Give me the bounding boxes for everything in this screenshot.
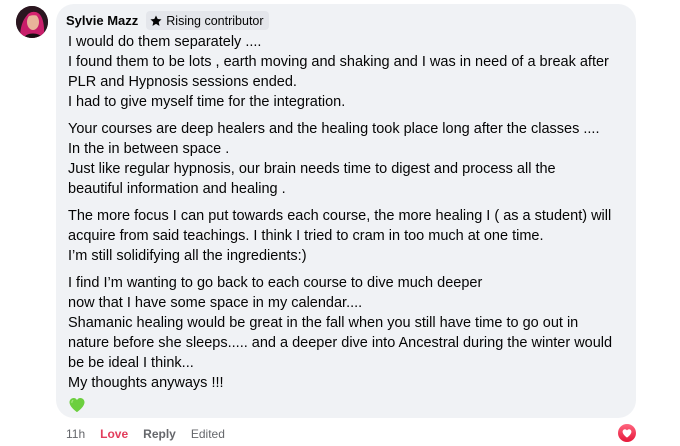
green-heart-icon	[69, 397, 85, 413]
comment-bubble: Sylvie Mazz Rising contributor I would d…	[56, 4, 636, 418]
comment-text-line: I had to give myself time for the integr…	[68, 94, 346, 110]
edited-label: Edited	[190, 427, 225, 441]
comment-text-line: nature before she sleeps..... and a deep…	[68, 335, 613, 351]
author-name[interactable]: Sylvie Mazz	[66, 13, 138, 28]
comment-text-line: Shamanic healing would be great in the f…	[68, 315, 579, 331]
comment-text-line: I find I’m wanting to go back to each co…	[68, 275, 483, 291]
reaction-summary[interactable]	[617, 423, 637, 443]
comment-text-line: My thoughts anyways !!!	[68, 375, 224, 391]
comment-paragraph: I would do them separately .... I found t…	[68, 32, 624, 112]
love-reaction-icon	[618, 424, 636, 442]
comment-paragraph: Your courses are deep healers and the he…	[68, 119, 624, 199]
comment-text-line: Your courses are deep healers and the he…	[68, 121, 600, 137]
comment-text-line: I would do them separately ....	[68, 34, 262, 50]
comment-text-line: In the in between space .	[68, 141, 230, 157]
star-icon	[150, 14, 162, 26]
avatar-image	[16, 6, 48, 38]
avatar[interactable]	[16, 6, 48, 38]
love-button[interactable]: Love	[100, 427, 128, 441]
comment: Sylvie Mazz Rising contributor I would d…	[0, 0, 680, 446]
comment-text-line: beautiful information and healing .	[68, 181, 286, 197]
comment-paragraph: I find I’m wanting to go back to each co…	[68, 273, 624, 393]
comment-body: I would do them separately .... I found t…	[68, 32, 624, 393]
comment-text-line: now that I have some space in my calenda…	[68, 295, 363, 311]
reply-button[interactable]: Reply	[143, 427, 176, 441]
comment-text-line: be be ideal I think...	[68, 355, 194, 371]
comment-text-line: PLR and Hypnosis sessions ended.	[68, 74, 297, 90]
comment-text-line: I’m still solidifying all the ingredient…	[68, 248, 307, 264]
comment-actions: 11h Love Reply Edited	[66, 426, 225, 442]
comment-header: Sylvie Mazz Rising contributor	[66, 11, 624, 30]
comment-text-line: Just like regular hypnosis, our brain ne…	[68, 161, 556, 177]
comment-text-line: I found them to be lots , earth moving a…	[68, 54, 609, 70]
comment-text-line: The more focus I can put towards each co…	[68, 208, 612, 224]
comment-paragraph: The more focus I can put towards each co…	[68, 206, 624, 266]
comment-text-line: acquire from said teachings. I think I t…	[68, 228, 544, 244]
contributor-badge[interactable]: Rising contributor	[146, 11, 269, 30]
badge-label: Rising contributor	[166, 13, 264, 28]
timestamp[interactable]: 11h	[66, 427, 85, 441]
